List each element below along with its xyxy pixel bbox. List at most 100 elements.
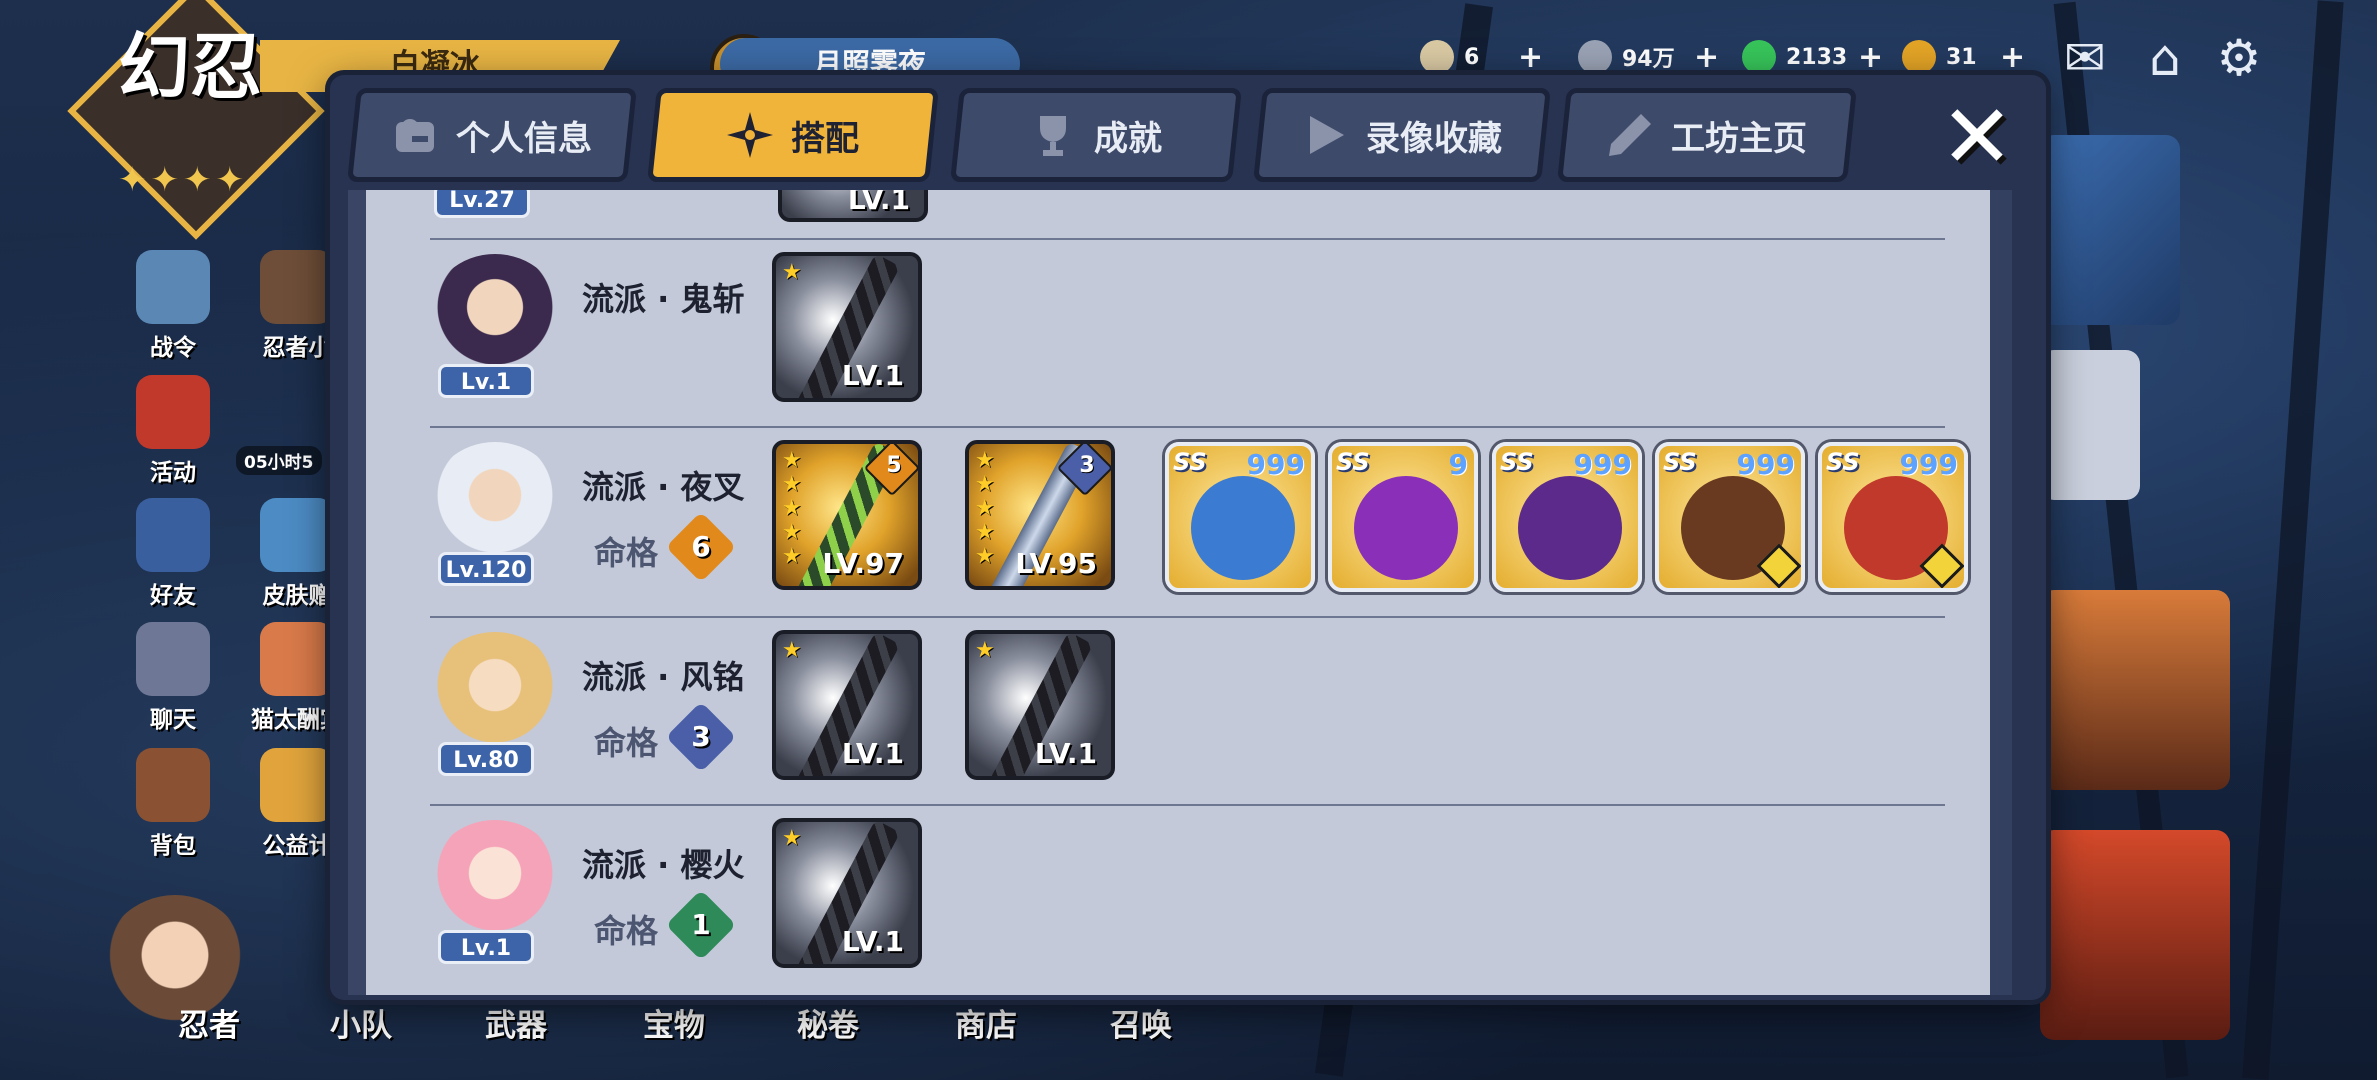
- loadout-row[interactable]: Lv.80 流派 · 风铭 命格 3 ★ LV.1 ★ LV.1: [430, 624, 1945, 810]
- scroll-card[interactable]: SS 999: [1165, 442, 1315, 592]
- level-badge: Lv.1: [438, 930, 534, 964]
- scroll-marks: 999: [1573, 448, 1632, 481]
- fate-value: 1: [691, 908, 711, 941]
- nav-weapons[interactable]: 武器: [485, 1000, 547, 1045]
- tab-profile-info[interactable]: 个人信息: [347, 88, 637, 182]
- level-badge: Lv.1: [438, 364, 534, 398]
- menu-friends[interactable]: 好友: [118, 498, 228, 610]
- tab-replays[interactable]: 录像收藏: [1253, 88, 1551, 182]
- promo-card[interactable]: [2040, 590, 2230, 790]
- nav-team[interactable]: 小队: [330, 1000, 392, 1045]
- star-icon: ★: [782, 520, 802, 545]
- ninja-avatar: [430, 820, 560, 938]
- plus-icon[interactable]: +: [1858, 40, 1883, 75]
- mail-icon[interactable]: ✉: [2054, 30, 2116, 86]
- scroll-marks: 999: [1246, 448, 1305, 481]
- scroll-rank: SS: [1826, 448, 1860, 476]
- weapon-level: LV.1: [841, 359, 904, 392]
- scrollbar[interactable]: [1990, 190, 2012, 995]
- resource-green[interactable]: 2133 +: [1742, 36, 1883, 78]
- menu-backpack[interactable]: 背包: [118, 748, 228, 860]
- promo-card[interactable]: [2040, 350, 2140, 500]
- menu-events[interactable]: 活动: [118, 375, 228, 487]
- tab-label: 成就: [1094, 118, 1162, 159]
- scroll-card[interactable]: SS 999: [1655, 442, 1805, 592]
- weapon-slot[interactable]: ★ LV.1: [772, 630, 922, 780]
- resource-value: 94万: [1622, 47, 1675, 72]
- menu-label: 皮肤赠: [262, 583, 332, 609]
- backpack-icon: [136, 748, 210, 822]
- scroll-card[interactable]: SS 999: [1818, 442, 1968, 592]
- star-icon: ★: [782, 826, 802, 851]
- fate-label: 命格: [594, 724, 659, 762]
- school-name: 流派 · 樱火: [582, 846, 745, 884]
- nav-scrolls[interactable]: 秘卷: [797, 1000, 859, 1045]
- fate-label: 命格: [594, 534, 659, 572]
- resource-rice[interactable]: 6 +: [1420, 36, 1543, 78]
- promo-banner[interactable]: [2040, 135, 2180, 325]
- scroll-rank: SS: [1663, 448, 1697, 476]
- resource-coin[interactable]: 94万 +: [1578, 36, 1719, 78]
- menu-label: 公益计: [262, 833, 332, 859]
- trophy-icon: [1030, 112, 1076, 158]
- tab-achievements[interactable]: 成就: [950, 88, 1242, 182]
- scroll-card[interactable]: SS 9: [1328, 442, 1478, 592]
- ninja-avatar: [430, 442, 560, 560]
- weapon-level: LV.1: [1034, 737, 1097, 770]
- ninja-avatar: [430, 254, 560, 372]
- ninja-avatar: [430, 632, 560, 750]
- star-icon: ★: [782, 496, 802, 521]
- tab-label: 个人信息: [456, 118, 592, 159]
- resource-value: 31: [1946, 44, 1977, 70]
- weapon-slot[interactable]: ★ LV.1: [965, 630, 1115, 780]
- menu-chat[interactable]: 聊天: [118, 622, 228, 734]
- loadout-row[interactable]: Lv.120 流派 · 夜叉 命格 6 ★ ★ ★ ★ ★ 5 LV.97 ★ …: [430, 434, 1968, 620]
- loadout-row[interactable]: Lv.1 流派 · 鬼斩 ★ LV.1: [430, 246, 1945, 432]
- weapon-slot[interactable]: ★ ★ ★ ★ ★ 3 LV.95: [965, 440, 1115, 590]
- row-divider: [430, 804, 1945, 806]
- weapon-slot[interactable]: LV.1: [778, 190, 928, 222]
- tab-label: 搭配: [791, 118, 859, 159]
- nav-ninja[interactable]: 忍者: [178, 1000, 240, 1045]
- star-icon: ★: [782, 638, 802, 663]
- level-badge: Lv.120: [438, 552, 534, 586]
- plus-icon[interactable]: +: [1518, 40, 1543, 75]
- promo-card[interactable]: [2040, 830, 2230, 1040]
- friends-icon: [136, 498, 210, 572]
- scroll-art-icon: [1518, 476, 1622, 580]
- weapon-level: LV.1: [847, 190, 910, 216]
- nav-treasure[interactable]: 宝物: [643, 1000, 705, 1045]
- green-pin-icon: [1742, 40, 1776, 74]
- logo-stars: ✦✦✦✦: [118, 160, 248, 200]
- nav-shop[interactable]: 商店: [955, 1000, 1017, 1045]
- row-divider: [430, 426, 1945, 428]
- event-timer: 05小时5: [236, 446, 322, 475]
- plus-icon[interactable]: +: [2000, 40, 2025, 75]
- scroll-marks: 999: [1736, 448, 1795, 481]
- nav-summon[interactable]: 召唤: [1110, 1000, 1172, 1045]
- scroll-card[interactable]: SS 999: [1492, 442, 1642, 592]
- weapon-slot[interactable]: ★ ★ ★ ★ ★ 5 LV.97: [772, 440, 922, 590]
- level-badge: Lv.27: [434, 190, 530, 218]
- plus-icon[interactable]: +: [1694, 40, 1719, 75]
- resource-gold[interactable]: 31 +: [1902, 36, 2025, 78]
- loadout-row[interactable]: Lv.1 流派 · 樱火 命格 1 ★ LV.1: [430, 812, 1945, 998]
- weapon-slot[interactable]: ★ LV.1: [772, 252, 922, 402]
- shop-icon[interactable]: ⌂: [2134, 30, 2196, 86]
- settings-gear-icon[interactable]: ⚙: [2208, 30, 2270, 86]
- star-icon: ★: [975, 544, 995, 569]
- skin-gift-icon: [260, 498, 334, 572]
- weapon-slot[interactable]: ★ LV.1: [772, 818, 922, 968]
- fate-value: 3: [691, 720, 711, 753]
- menu-label: 忍者小: [262, 335, 332, 361]
- star-icon: ★: [975, 520, 995, 545]
- tab-label: 工坊主页: [1671, 118, 1807, 159]
- row-divider: [430, 616, 1945, 618]
- star-icon: ★: [782, 472, 802, 497]
- scroll-rank: SS: [1336, 448, 1370, 476]
- tab-loadout[interactable]: 搭配: [647, 88, 939, 182]
- close-button[interactable]: ✕: [1932, 92, 2022, 182]
- menu-battle-pass[interactable]: 战令: [118, 250, 228, 362]
- tab-workshop[interactable]: 工坊主页: [1557, 88, 1857, 182]
- torii-gate-icon: [136, 375, 210, 449]
